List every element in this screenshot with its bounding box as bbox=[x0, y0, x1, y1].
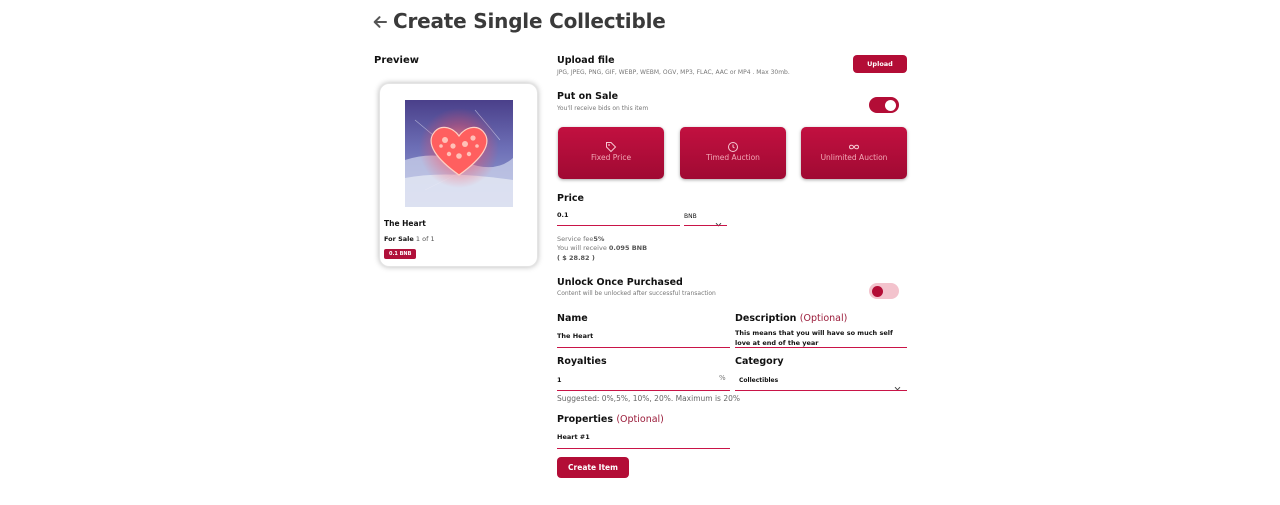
card-sale-count: 1 of 1 bbox=[415, 235, 435, 243]
page-title: Create Single Collectible bbox=[393, 9, 666, 33]
clock-icon bbox=[727, 138, 739, 152]
description-optional: (Optional) bbox=[799, 313, 848, 324]
upload-title: Upload file bbox=[557, 55, 615, 66]
description-label-text: Description bbox=[735, 313, 797, 324]
sale-type-timed-auction[interactable]: Timed Auction bbox=[680, 127, 786, 179]
properties-label-text: Properties bbox=[557, 414, 613, 425]
put-on-sale-title: Put on Sale bbox=[557, 91, 619, 102]
card-price-badge: 0.1 BNB bbox=[384, 249, 417, 259]
properties-input[interactable]: Heart #1 bbox=[557, 433, 590, 441]
receive-amount: You will receive 0.095 BNB bbox=[557, 244, 647, 252]
sale-type-label: Timed Auction bbox=[706, 153, 760, 162]
sale-type-label: Unlimited Auction bbox=[820, 153, 888, 162]
royalties-label: Royalties bbox=[557, 356, 607, 367]
preview-label: Preview bbox=[374, 55, 420, 66]
currency-value: BNB bbox=[684, 213, 697, 220]
unlock-title: Unlock Once Purchased bbox=[557, 277, 683, 288]
put-on-sale-subtitle: You'll receive bids on this item bbox=[557, 105, 649, 112]
put-on-sale-toggle[interactable] bbox=[869, 97, 899, 113]
currency-select[interactable]: BNB bbox=[684, 210, 727, 227]
service-fee-label: Service fee bbox=[557, 235, 594, 243]
unlock-toggle[interactable] bbox=[869, 283, 899, 299]
upload-formats: JPG, JPEG, PNG, GIF, WEBP, WEBM, OGV, MP… bbox=[557, 69, 790, 76]
card-title: The Heart bbox=[384, 219, 426, 228]
upload-button[interactable]: Upload bbox=[853, 55, 907, 73]
royalties-input[interactable]: 1 bbox=[557, 376, 562, 384]
toggle-knob bbox=[872, 285, 883, 297]
chevron-down-icon bbox=[894, 377, 901, 396]
description-input[interactable]: This means that you will have so much se… bbox=[735, 329, 907, 348]
back-arrow-icon[interactable] bbox=[372, 14, 388, 30]
service-fee: Service fee5% bbox=[557, 235, 604, 243]
name-label: Name bbox=[557, 313, 588, 324]
tag-icon bbox=[605, 138, 617, 153]
price-title: Price bbox=[557, 193, 584, 204]
description-underline bbox=[735, 347, 907, 348]
name-input[interactable]: The Heart bbox=[557, 332, 593, 340]
royalties-percent-suffix: % bbox=[719, 374, 726, 382]
card-sale-label: For Sale bbox=[384, 235, 414, 243]
receive-value: 0.095 BNB bbox=[608, 244, 648, 252]
receive-label: You will receive bbox=[557, 244, 607, 252]
category-underline bbox=[735, 390, 907, 391]
sale-type-label: Fixed Price bbox=[590, 153, 632, 162]
preview-image bbox=[405, 100, 513, 207]
service-fee-value: 5% bbox=[593, 235, 605, 243]
royalties-underline bbox=[557, 390, 730, 391]
description-label: Description (Optional) bbox=[735, 313, 847, 324]
preview-card: The Heart For Sale 1 of 1 0.1 BNB bbox=[379, 83, 538, 267]
infinity-icon bbox=[848, 138, 860, 150]
price-underline bbox=[557, 225, 680, 226]
properties-underline bbox=[557, 448, 730, 449]
unlock-subtitle: Content will be unlocked after successfu… bbox=[557, 290, 716, 297]
toggle-knob bbox=[885, 99, 896, 111]
sale-type-fixed-price[interactable]: Fixed Price bbox=[558, 127, 664, 179]
properties-label: Properties (Optional) bbox=[557, 414, 664, 425]
category-select[interactable]: Collectibles bbox=[735, 373, 907, 391]
card-sale-status: For Sale 1 of 1 bbox=[384, 235, 435, 243]
create-item-button[interactable]: Create Item bbox=[557, 457, 629, 478]
currency-underline bbox=[684, 225, 727, 226]
sale-type-unlimited-auction[interactable]: Unlimited Auction bbox=[801, 127, 907, 179]
name-underline bbox=[557, 347, 730, 348]
category-label: Category bbox=[735, 356, 784, 367]
category-value: Collectibles bbox=[739, 377, 779, 384]
price-input[interactable]: 0.1 bbox=[557, 211, 569, 219]
chevron-down-icon bbox=[715, 213, 722, 232]
usd-value: ( $ 28.82 ) bbox=[557, 254, 595, 262]
royalties-hint: Suggested: 0%,5%, 10%, 20%. Maximum is 2… bbox=[557, 394, 740, 403]
properties-optional: (Optional) bbox=[616, 414, 664, 425]
usd-amount: ( $ 28.82 ) bbox=[557, 254, 595, 262]
